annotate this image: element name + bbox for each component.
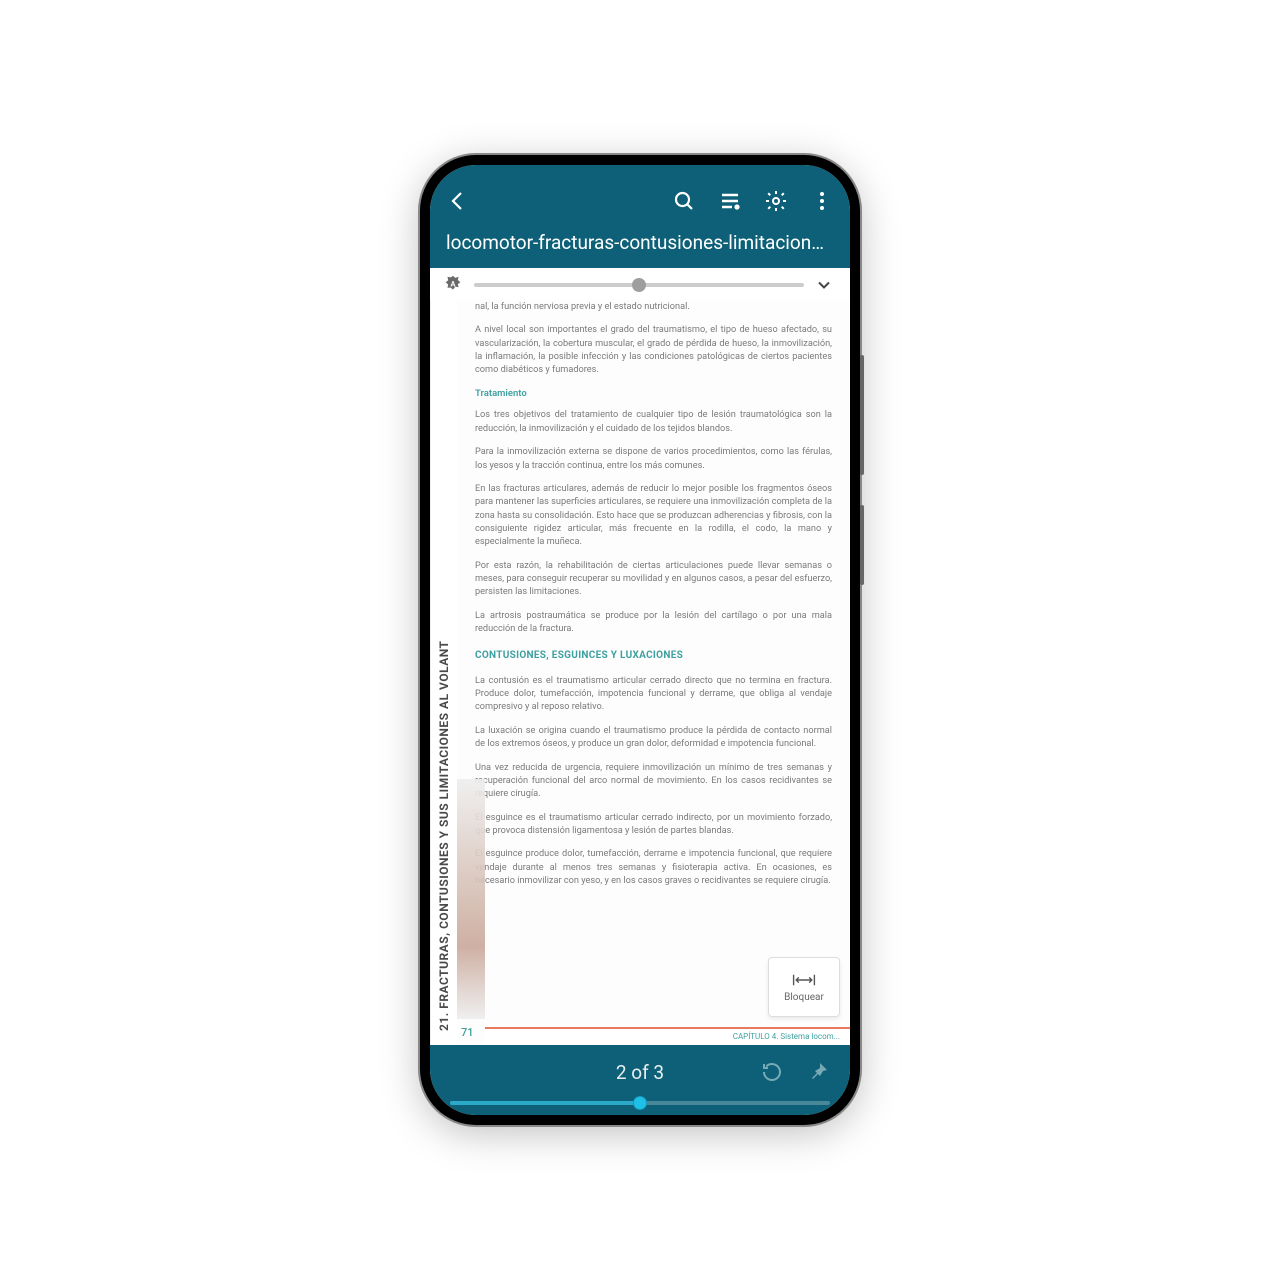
- para: Por esta razón, la rehabilitación de cie…: [475, 559, 832, 599]
- document-title: locomotor-fracturas-contusiones-limitaci…: [446, 231, 834, 254]
- phone-frame: locomotor-fracturas-contusiones-limitaci…: [420, 155, 860, 1125]
- page-counter: 2 of 3: [616, 1061, 664, 1084]
- chevron-down-icon[interactable]: [814, 275, 834, 295]
- para: La artrosis postraumática se produce por…: [475, 609, 832, 636]
- auto-brightness-icon[interactable]: A: [442, 274, 464, 296]
- screen: locomotor-fracturas-contusiones-limitaci…: [430, 165, 850, 1115]
- chapter-footer: CAPÍTULO 4. Sistema locom...: [485, 1027, 850, 1045]
- lock-width-button[interactable]: Bloquear: [768, 957, 840, 1017]
- fit-width-icon: [791, 972, 817, 988]
- gear-icon[interactable]: [764, 189, 788, 213]
- page-body: nal, la función nerviosa previa y el est…: [457, 300, 850, 1045]
- page-illustration: [457, 779, 485, 1019]
- brightness-slider[interactable]: [474, 283, 804, 287]
- para: En las fracturas articulares, además de …: [475, 482, 832, 549]
- document-viewport[interactable]: 21. FRACTURAS, CONTUSIONES Y SUS LIMITAC…: [430, 300, 850, 1045]
- progress-thumb[interactable]: [633, 1096, 647, 1110]
- toc-icon[interactable]: [718, 189, 742, 213]
- section-heading: Tratamiento: [475, 387, 832, 401]
- rotate-icon[interactable]: [760, 1060, 784, 1084]
- para: A nivel local son importantes el grado d…: [475, 323, 832, 376]
- para: nal, la función nerviosa previa y el est…: [475, 300, 832, 313]
- para: Los tres objetivos del tratamiento de cu…: [475, 408, 832, 435]
- page-number: 71: [461, 1025, 474, 1041]
- para: Una vez reducida de urgencia, requiere i…: [475, 761, 832, 801]
- more-icon[interactable]: [810, 189, 834, 213]
- para: La luxación se origina cuando el traumat…: [475, 724, 832, 751]
- progress-fill: [450, 1101, 640, 1105]
- chapter-side-title: 21. FRACTURAS, CONTUSIONES Y SUS LIMITAC…: [430, 300, 457, 1045]
- section-heading: CONTUSIONES, ESGUINCES Y LUXACIONES: [475, 649, 832, 664]
- svg-text:A: A: [451, 279, 456, 288]
- para: La contusión es el traumatismo articular…: [475, 674, 832, 714]
- pin-icon[interactable]: [806, 1060, 830, 1084]
- para: El esguince produce dolor, tumefacción, …: [475, 847, 832, 887]
- bottom-bar: 2 of 3: [430, 1045, 850, 1109]
- para: El esguince es el traumatismo articular …: [475, 811, 832, 838]
- search-icon[interactable]: [672, 189, 696, 213]
- app-bar: locomotor-fracturas-contusiones-limitaci…: [430, 165, 850, 268]
- brightness-bar: A: [430, 268, 850, 300]
- page-progress[interactable]: [450, 1101, 830, 1105]
- back-icon[interactable]: [446, 189, 470, 213]
- brightness-thumb[interactable]: [632, 278, 646, 292]
- para: Para la inmovilización externa se dispon…: [475, 445, 832, 472]
- lock-label: Bloquear: [784, 992, 824, 1003]
